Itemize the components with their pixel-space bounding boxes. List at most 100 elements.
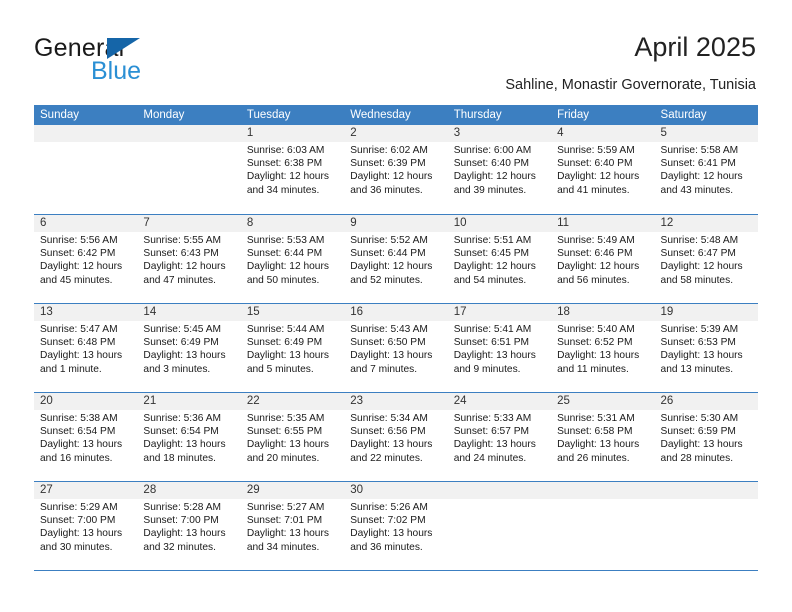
day-cell[interactable]: 4 Sunrise: 5:59 AM Sunset: 6:40 PM Daylight… [551,125,654,214]
day-cell[interactable]: 24 Sunrise: 5:33 AM Sunset: 6:57 PM Dayligh… [448,393,551,481]
day-detail-lines: Sunrise: 5:43 AM Sunset: 6:50 PM Daylight:… [350,323,441,376]
day-cell[interactable]: 15 Sunrise: 5:44 AM Sunset: 6:49 PM Dayligh… [241,304,344,392]
day-cell[interactable]: 17 Sunrise: 5:41 AM Sunset: 6:51 PM Dayligh… [448,304,551,392]
day-number: 13 [40,306,53,318]
day-number: 15 [246,306,260,318]
calendar-week-row: 27 Sunrise: 5:29 AM Sunset: 7:00 PM Dayligh… [34,481,758,570]
day-detail-line: Daylight: 13 hours [40,439,123,451]
day-detail-line: Sunrise: 5:48 AM [660,235,739,246]
day-cell[interactable]: 12 Sunrise: 5:48 AM Sunset: 6:47 PM Dayligh… [655,215,758,303]
day-detail-line: Daylight: 13 hours [350,439,433,451]
day-cell[interactable]: 26 Sunrise: 5:30 AM Sunset: 6:59 PM Dayligh… [655,393,758,481]
day-detail-line: Sunset: 6:38 PM [246,158,323,170]
day-cell[interactable]: 13 Sunrise: 5:47 AM Sunset: 6:48 PM Dayligh… [34,304,137,392]
day-number: 3 [453,127,461,139]
general-blue-logo[interactable]: General Blue [34,34,234,85]
day-cell[interactable]: 27 Sunrise: 5:29 AM Sunset: 7:00 PM Dayligh… [34,482,137,570]
day-cell[interactable]: 29 Sunrise: 5:27 AM Sunset: 7:01 PM Dayligh… [241,482,344,570]
day-detail-line: Sunset: 6:49 PM [143,337,219,349]
day-number: 10 [453,217,467,229]
day-detail-line: Sunset: 6:43 PM [143,248,219,260]
day-detail-line: and 5 minutes. [246,363,314,375]
day-cell[interactable]: 1 Sunrise: 6:03 AM Sunset: 6:38 PM Daylight… [241,125,344,214]
day-number [143,125,234,142]
day-cell[interactable]: 6 Sunrise: 5:56 AM Sunset: 6:42 PM Daylight… [34,215,137,303]
day-detail-lines: Sunrise: 5:56 AM Sunset: 6:42 PM Daylight:… [40,234,131,287]
page-header: General Blue April 2025 Sahline, Monasti… [0,0,792,100]
day-detail-line: Sunset: 6:46 PM [557,248,633,260]
day-cell[interactable]: 22 Sunrise: 5:35 AM Sunset: 6:55 PM Dayligh… [241,393,344,481]
day-detail-line: Sunset: 6:39 PM [350,158,426,170]
day-detail-line: Sunset: 6:52 PM [557,337,633,349]
day-detail-line: Sunrise: 6:03 AM [246,145,325,156]
day-detail-line: Sunset: 6:42 PM [40,248,116,260]
day-cell[interactable]: 18 Sunrise: 5:40 AM Sunset: 6:52 PM Dayligh… [551,304,654,392]
day-detail-line: and 7 minutes. [350,363,418,375]
day-cell[interactable]: 5 Sunrise: 5:58 AM Sunset: 6:41 PM Daylight… [655,125,758,214]
day-detail-lines: Sunrise: 5:31 AM Sunset: 6:58 PM Daylight:… [557,412,648,465]
day-detail-line: Sunrise: 5:29 AM [40,502,118,513]
day-cell[interactable]: 11 Sunrise: 5:49 AM Sunset: 6:46 PM Dayligh… [551,215,654,303]
day-detail-line: Sunrise: 5:47 AM [40,324,118,335]
day-detail-line: Sunset: 6:51 PM [453,337,530,349]
day-cell[interactable]: 23 Sunrise: 5:34 AM Sunset: 6:56 PM Dayligh… [344,393,447,481]
day-cell[interactable]: 2 Sunrise: 6:02 AM Sunset: 6:39 PM Daylight… [344,125,447,214]
day-cell-empty [551,482,654,570]
day-cell[interactable]: 19 Sunrise: 5:39 AM Sunset: 6:53 PM Dayligh… [655,304,758,392]
weekday-header-saturday: Saturday [660,109,707,121]
day-detail-line: Sunrise: 5:40 AM [557,324,635,335]
weekday-header-friday: Friday [557,109,590,121]
weekday-header-row: Sunday Monday Tuesday Wednesday Thursday Frid… [34,105,758,125]
day-cell[interactable]: 30 Sunrise: 5:26 AM Sunset: 7:02 PM Dayligh… [344,482,447,570]
day-cell[interactable]: 8 Sunrise: 5:53 AM Sunset: 6:44 PM Daylight… [241,215,344,303]
day-detail-line: and 56 minutes. [557,274,630,286]
day-detail-lines: Sunrise: 5:30 AM Sunset: 6:59 PM Daylight:… [661,412,752,465]
day-detail-lines: Sunrise: 5:35 AM Sunset: 6:55 PM Daylight:… [247,412,338,465]
day-detail-line: Sunrise: 5:43 AM [350,324,428,335]
day-detail-line: and 24 minutes. [453,452,527,464]
day-detail-line: Sunrise: 5:28 AM [143,502,222,513]
day-number [557,482,648,499]
day-cell[interactable]: 21 Sunrise: 5:36 AM Sunset: 6:54 PM Dayligh… [137,393,240,481]
day-cell[interactable]: 10 Sunrise: 5:51 AM Sunset: 6:45 PM Dayligh… [448,215,551,303]
day-detail-line: Sunrise: 6:02 AM [350,145,428,156]
day-cell[interactable]: 3 Sunrise: 6:00 AM Sunset: 6:40 PM Daylight… [448,125,551,214]
day-cell[interactable]: 16 Sunrise: 5:43 AM Sunset: 6:50 PM Dayligh… [344,304,447,392]
day-detail-line: Daylight: 13 hours [350,528,433,540]
day-detail-line: and 54 minutes. [453,274,527,286]
day-detail-line: Sunrise: 5:31 AM [557,413,635,424]
calendar-bottom-border [34,570,758,571]
day-number: 16 [350,306,364,318]
day-detail-line: Daylight: 13 hours [660,350,743,362]
day-detail-line: and 58 minutes. [660,274,734,286]
day-detail-line: Sunrise: 5:45 AM [143,324,222,335]
day-cell[interactable]: 14 Sunrise: 5:45 AM Sunset: 6:49 PM Dayligh… [137,304,240,392]
day-cell-empty [34,125,137,214]
day-detail-line: Daylight: 13 hours [40,350,123,362]
day-cell[interactable]: 25 Sunrise: 5:31 AM Sunset: 6:58 PM Dayligh… [551,393,654,481]
day-cell[interactable]: 9 Sunrise: 5:52 AM Sunset: 6:44 PM Daylight… [344,215,447,303]
day-detail-line: Sunrise: 5:56 AM [40,235,118,246]
blue-triangle-icon [107,38,140,59]
day-number: 8 [246,217,254,229]
day-cell[interactable]: 20 Sunrise: 5:38 AM Sunset: 6:54 PM Dayligh… [34,393,137,481]
day-detail-line: Daylight: 12 hours [557,261,640,273]
day-detail-line: and 39 minutes. [453,184,527,196]
day-detail-line: Sunset: 6:50 PM [350,337,426,349]
day-cell[interactable]: 7 Sunrise: 5:55 AM Sunset: 6:43 PM Daylight… [137,215,240,303]
day-detail-line: and 50 minutes. [246,274,320,286]
day-detail-line: and 18 minutes. [143,452,216,464]
day-detail-lines: Sunrise: 5:48 AM Sunset: 6:47 PM Daylight:… [661,234,752,287]
day-detail-line: Sunrise: 5:53 AM [246,235,325,246]
day-detail-line: Daylight: 13 hours [246,350,329,362]
day-cell[interactable]: 28 Sunrise: 5:28 AM Sunset: 7:00 PM Dayligh… [137,482,240,570]
day-detail-lines: Sunrise: 5:59 AM Sunset: 6:40 PM Daylight:… [557,144,648,197]
day-detail-lines: Sunrise: 5:38 AM Sunset: 6:54 PM Daylight:… [40,412,131,465]
day-detail-line: and 34 minutes. [246,184,320,196]
day-detail-line: Sunset: 6:49 PM [246,337,323,349]
calendar-week-row: 13 Sunrise: 5:47 AM Sunset: 6:48 PM Dayligh… [34,303,758,392]
day-detail-line: Sunrise: 5:30 AM [660,413,739,424]
day-number: 11 [557,217,570,229]
day-detail-line: Sunrise: 5:51 AM [453,235,532,246]
day-number: 30 [350,484,364,496]
